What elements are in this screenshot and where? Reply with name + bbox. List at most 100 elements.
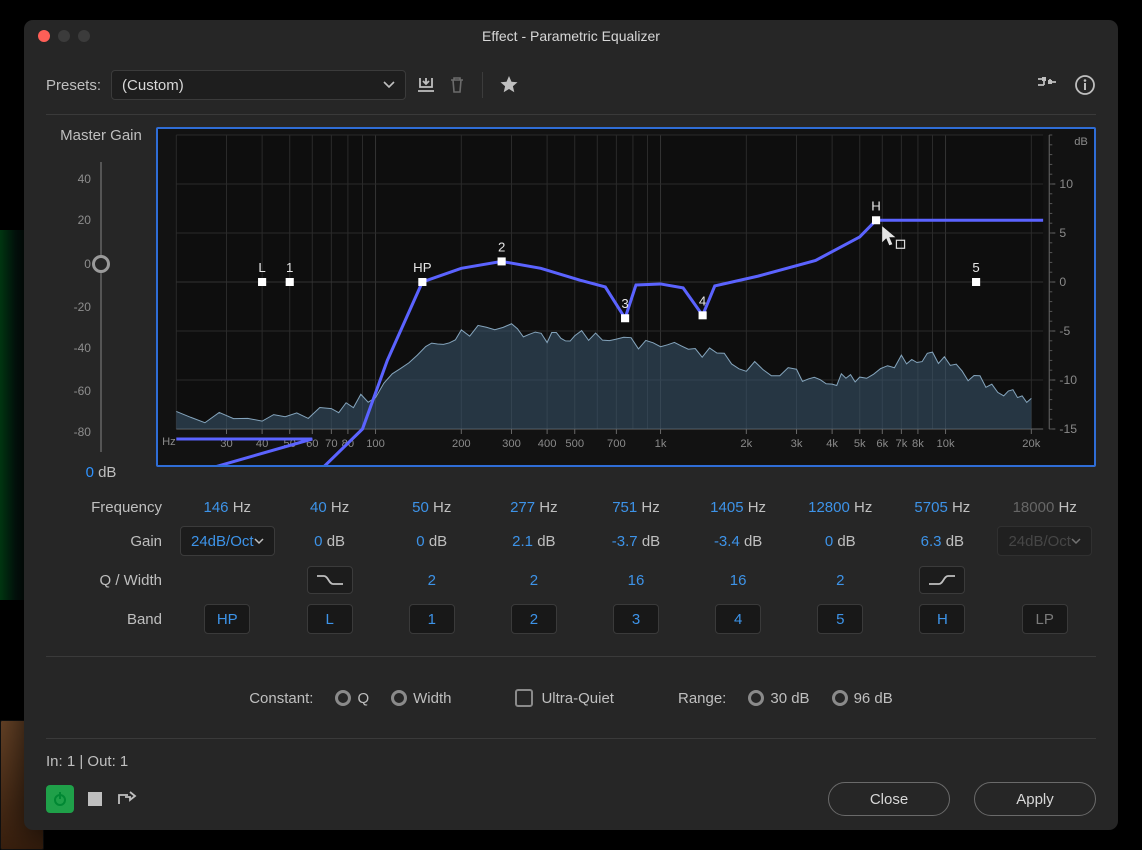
q-row-label: Q / Width [46, 572, 176, 589]
band-row-label: Band [46, 611, 176, 628]
svg-text:dB: dB [1074, 136, 1088, 148]
preset-value: (Custom) [122, 77, 184, 94]
window-title: Effect - Parametric Equalizer [482, 28, 660, 44]
apply-button[interactable]: Apply [974, 782, 1096, 816]
gain-2[interactable]: 2.1 dB [483, 533, 585, 550]
gain-4[interactable]: -3.4 dB [687, 533, 789, 550]
window-maximize-button[interactable] [78, 30, 90, 42]
svg-text:300: 300 [502, 438, 521, 450]
window-close-button[interactable] [38, 30, 50, 42]
routing-icon[interactable] [1036, 76, 1058, 94]
q-L[interactable] [279, 566, 381, 594]
gain-HP[interactable]: 24dB/Oct [176, 526, 279, 556]
freq-5[interactable]: 12800 Hz [789, 499, 891, 516]
svg-text:4k: 4k [826, 438, 838, 450]
chevron-down-icon [383, 81, 395, 89]
range-30-radio[interactable]: 30 dB [748, 690, 809, 707]
svg-text:2: 2 [498, 240, 505, 255]
svg-text:-10: -10 [1059, 373, 1077, 387]
svg-text:20k: 20k [1022, 438, 1040, 450]
svg-text:4: 4 [699, 293, 706, 308]
freq-3[interactable]: 751 Hz [585, 499, 687, 516]
freq-LP[interactable]: 18000 Hz [993, 499, 1096, 516]
constant-q-radio[interactable]: Q [335, 690, 369, 707]
q-1[interactable]: 2 [381, 572, 483, 589]
freq-H[interactable]: 5705 Hz [891, 499, 993, 516]
preset-dropdown[interactable]: (Custom) [111, 70, 406, 100]
q-5[interactable]: 2 [789, 572, 891, 589]
power-toggle[interactable] [46, 785, 74, 813]
freq-row-label: Frequency [46, 499, 176, 516]
band-toggle-LP[interactable]: LP [993, 604, 1096, 634]
svg-text:3k: 3k [791, 438, 803, 450]
gain-3[interactable]: -3.7 dB [585, 533, 687, 550]
q-3[interactable]: 16 [585, 572, 687, 589]
export-icon[interactable] [116, 790, 138, 808]
gain-1[interactable]: 0 dB [381, 533, 483, 550]
svg-text:200: 200 [452, 438, 471, 450]
svg-text:-5: -5 [1059, 324, 1070, 338]
effect-window: Effect - Parametric Equalizer Presets: (… [24, 20, 1118, 830]
favorite-star-icon[interactable] [499, 75, 519, 95]
gain-row-label: Gain [46, 533, 176, 550]
svg-text:H: H [871, 198, 881, 213]
master-gain-value[interactable]: 0 dB [46, 464, 156, 481]
presets-label: Presets: [46, 77, 101, 94]
svg-text:5k: 5k [854, 438, 866, 450]
master-gain-slider[interactable]: 40 20 0 -20 -40 -60 -80 [73, 162, 129, 452]
svg-text:7k: 7k [895, 438, 907, 450]
window-minimize-button[interactable] [58, 30, 70, 42]
freq-4[interactable]: 1405 Hz [687, 499, 789, 516]
trash-icon[interactable] [448, 75, 466, 95]
info-icon[interactable] [1074, 74, 1096, 96]
svg-text:100: 100 [366, 438, 385, 450]
svg-text:HP: HP [413, 260, 432, 275]
stop-button[interactable] [88, 792, 102, 806]
svg-text:Hz: Hz [162, 436, 176, 448]
gain-LP: 24dB/Oct [993, 526, 1096, 556]
freq-L[interactable]: 40 Hz [279, 499, 381, 516]
svg-text:3: 3 [621, 296, 628, 311]
band-toggle-5[interactable]: 5 [789, 604, 891, 634]
svg-text:1k: 1k [655, 438, 667, 450]
close-button[interactable]: Close [828, 782, 950, 816]
svg-text:700: 700 [607, 438, 626, 450]
save-preset-icon[interactable] [416, 76, 438, 94]
constant-width-radio[interactable]: Width [391, 690, 451, 707]
svg-text:1: 1 [286, 260, 293, 275]
band-toggle-3[interactable]: 3 [585, 604, 687, 634]
band-toggle-4[interactable]: 4 [687, 604, 789, 634]
band-toggle-2[interactable]: 2 [483, 604, 585, 634]
io-status: In: 1 | Out: 1 [46, 753, 1096, 770]
q-H[interactable] [891, 566, 993, 594]
freq-1[interactable]: 50 Hz [381, 499, 483, 516]
q-2[interactable]: 2 [483, 572, 585, 589]
svg-text:10: 10 [1059, 177, 1073, 191]
gain-H[interactable]: 6.3 dB [891, 533, 993, 550]
freq-HP[interactable]: 146 Hz [176, 499, 279, 516]
svg-text:6k: 6k [876, 438, 888, 450]
options-row: Constant: Q Width Ultra-Quiet Range: 30 … [46, 689, 1096, 707]
band-toggle-HP[interactable]: HP [176, 604, 279, 634]
q-4[interactable]: 16 [687, 572, 789, 589]
band-toggle-L[interactable]: L [279, 604, 381, 634]
range-96-radio[interactable]: 96 dB [832, 690, 893, 707]
master-gain-label: Master Gain [46, 127, 156, 144]
svg-text:500: 500 [565, 438, 584, 450]
svg-text:70: 70 [325, 438, 337, 450]
band-toggle-1[interactable]: 1 [381, 604, 483, 634]
freq-2[interactable]: 277 Hz [483, 499, 585, 516]
eq-graph[interactable]: 1050-5-10-15dBHz304050607080100200300400… [156, 127, 1096, 467]
ultra-quiet-checkbox[interactable]: Ultra-Quiet [515, 689, 614, 707]
gain-5[interactable]: 0 dB [789, 533, 891, 550]
svg-text:5: 5 [972, 260, 979, 275]
svg-text:-15: -15 [1059, 422, 1077, 436]
svg-text:400: 400 [538, 438, 557, 450]
range-label: Range: [678, 690, 726, 707]
svg-text:2k: 2k [740, 438, 752, 450]
titlebar: Effect - Parametric Equalizer [24, 20, 1118, 52]
gain-L[interactable]: 0 dB [279, 533, 381, 550]
svg-text:8k: 8k [912, 438, 924, 450]
constant-label: Constant: [249, 690, 313, 707]
band-toggle-H[interactable]: H [891, 604, 993, 634]
